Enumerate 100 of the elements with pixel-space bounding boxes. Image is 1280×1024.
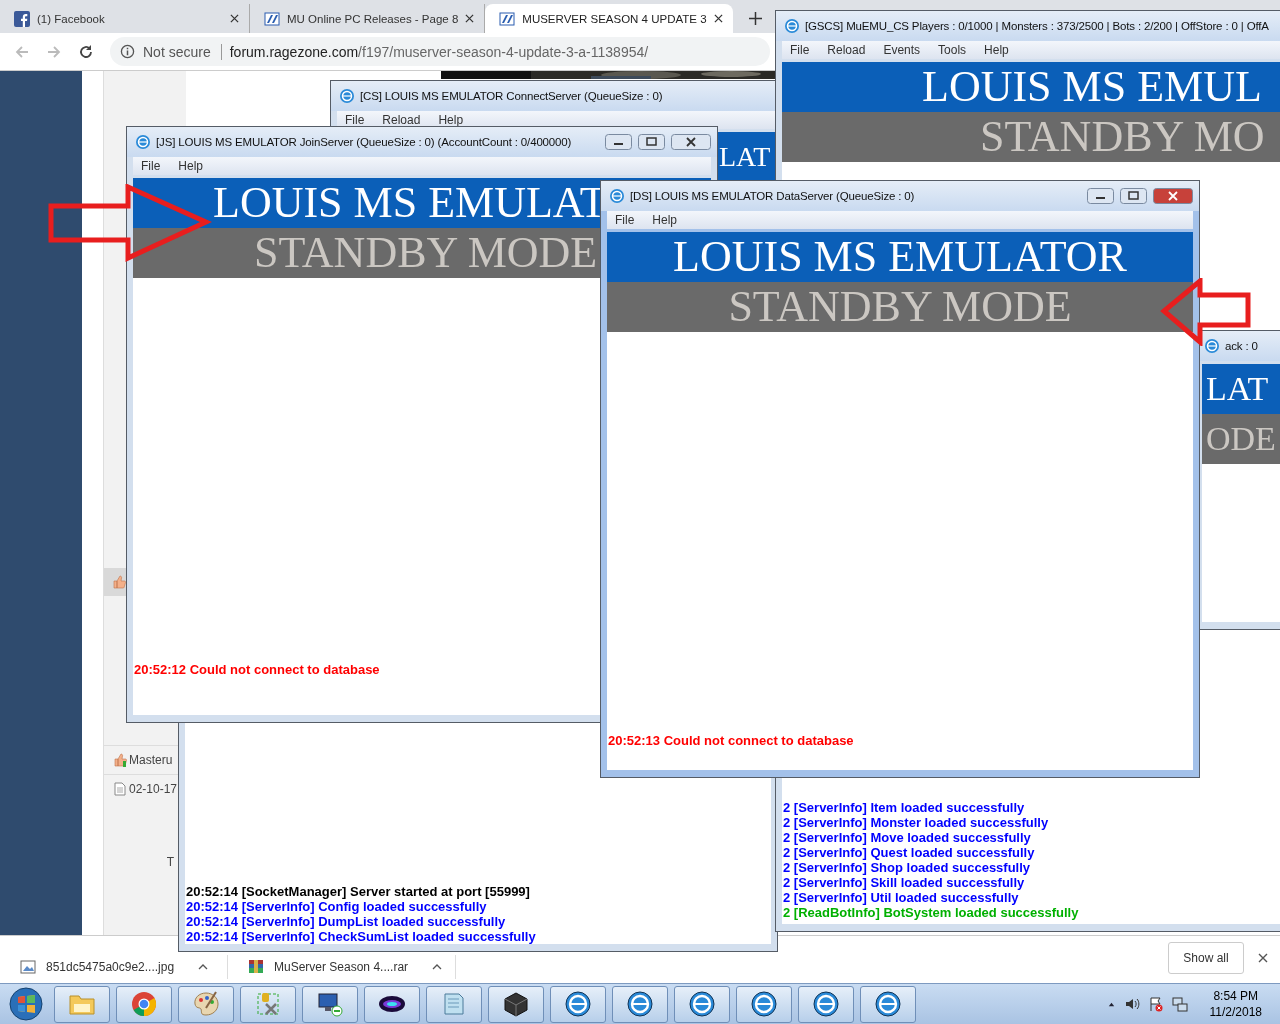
page-text: T — [166, 855, 174, 869]
forum-logo-icon — [499, 10, 516, 27]
new-tab-icon[interactable] — [748, 12, 762, 25]
taskbar-button[interactable] — [302, 985, 358, 1023]
post-label: 02-10-17 — [129, 782, 178, 796]
thumbs-up-icon — [112, 575, 126, 589]
maximize-button[interactable] — [1120, 188, 1147, 204]
download-item[interactable]: MuServer Season 4....rar — [228, 955, 456, 979]
log-line: 2 [ServerInfo] Item loaded successfully — [783, 800, 1026, 815]
archive-icon — [248, 959, 264, 975]
window-title: ack : 0 — [1225, 340, 1259, 352]
globe-icon — [1204, 338, 1220, 354]
taskbar-button[interactable] — [550, 985, 606, 1023]
menu-item[interactable]: Help — [984, 43, 1009, 57]
menu-item[interactable]: Reload — [382, 113, 421, 127]
computer-icon — [316, 990, 344, 1018]
window-title: [CS] LOUIS MS EMULATOR ConnectServer (QueueSize : 0) — [360, 90, 664, 102]
globe-icon — [688, 990, 716, 1018]
globe-icon — [564, 990, 592, 1018]
browser-tab[interactable]: MUSERVER SEASON 4 UPDATE 3 — [485, 4, 733, 33]
info-icon[interactable] — [120, 44, 135, 59]
browser-tab[interactable]: MU Online PC Releases - Page 8 — [250, 4, 486, 33]
emulator-banner: LOUIS MS EMULATOR — [607, 232, 1193, 282]
log-line: 2 [ServerInfo] Monster loaded successfully — [783, 815, 1050, 830]
menu-item[interactable]: Help — [438, 113, 464, 127]
speaker-icon[interactable] — [1123, 996, 1140, 1012]
image-file-icon — [20, 959, 36, 975]
taskbar-button[interactable] — [488, 985, 544, 1023]
menu-item[interactable]: File — [790, 43, 810, 57]
emulator-banner: LOUIS MS EMUL — [782, 62, 1280, 112]
security-label: Not secure — [143, 43, 222, 60]
log-line: 2 [ServerInfo] Quest loaded successfully — [783, 845, 1036, 860]
taskbar-button[interactable] — [736, 985, 792, 1023]
menu-item[interactable]: File — [615, 213, 635, 227]
close-icon[interactable] — [713, 14, 723, 23]
log-line: 20:52:12 Could not connect to database — [134, 662, 381, 677]
globe-icon — [874, 990, 902, 1018]
close-icon[interactable] — [1258, 952, 1268, 963]
window-title: [GSCS] MuEMU_CS Players : 0/1000 | Monsters : 373/2500 | Bots : 2/200 | OffStore : 0 | OffA — [805, 20, 1270, 32]
tab-title: MUSERVER SEASON 4 UPDATE 3 — [522, 12, 707, 25]
taskbar-button[interactable] — [364, 985, 420, 1023]
forum-logo-icon — [264, 10, 280, 27]
standby-banner: STANDBY MODE — [607, 282, 1193, 332]
post-label: Masteru — [129, 753, 173, 767]
menu-item[interactable]: Tools — [938, 43, 967, 57]
standby-banner: ODE — [1202, 414, 1280, 464]
globe-icon — [609, 188, 625, 204]
log-line: 2 [ServerInfo] Skill loaded successfully — [783, 875, 1026, 890]
log-line: 2 [ReadBotInfo] BotSystem loaded successfully — [783, 905, 1080, 920]
close-button[interactable] — [1153, 188, 1193, 204]
emulator-banner: LAT — [1202, 364, 1280, 414]
taskbar-button[interactable] — [798, 985, 854, 1023]
clock[interactable]: 8:54 PM 11/2/2018 — [1209, 988, 1262, 1020]
globe-icon — [626, 990, 654, 1018]
close-icon[interactable] — [465, 14, 475, 23]
tools-icon — [254, 990, 282, 1018]
start-button[interactable] — [8, 986, 44, 1022]
network-icon[interactable] — [1171, 996, 1188, 1012]
menu-item[interactable]: Events — [883, 43, 921, 57]
tab-title: (1) Facebook — [37, 12, 106, 25]
facebook-icon — [14, 10, 30, 27]
log-line: 20:52:14 [SocketManager] Server started at port [55999] — [186, 884, 531, 899]
taskbar-button[interactable] — [860, 985, 916, 1023]
url-text: forum.ragezone.com/f197/muserver-season-4-update-3-a-1138954/ — [229, 43, 649, 60]
log-line: 20:52:14 [ServerInfo] CheckSumList loaded successfully — [186, 929, 537, 944]
globe-icon — [812, 990, 840, 1018]
show-all-button[interactable]: Show all — [1168, 941, 1244, 974]
chrome-icon — [130, 990, 158, 1018]
menu-item[interactable]: File — [141, 159, 161, 173]
address-field[interactable]: Not secure forum.ragezone.com/f197/muserver-season-4-update-3-a-1138954/ — [110, 37, 770, 66]
log-line: 20:52:14 [ServerInfo] Config loaded successfully — [186, 899, 488, 914]
log-line: 2 [ServerInfo] Move loaded successfully — [783, 830, 1032, 845]
menu-item[interactable]: Help — [178, 159, 204, 173]
menu-item[interactable]: Help — [652, 213, 678, 227]
globe-icon — [135, 134, 151, 150]
download-item[interactable]: 851dc5475a0c9e2....jpg — [0, 955, 228, 979]
log-line: 20:52:13 Could not connect to database — [608, 733, 855, 748]
taskbar-button[interactable] — [612, 985, 668, 1023]
document-icon — [113, 782, 127, 796]
maximize-button[interactable] — [638, 134, 665, 150]
minimize-button[interactable] — [1087, 188, 1114, 204]
cube-icon — [502, 990, 530, 1018]
close-icon[interactable] — [230, 14, 239, 23]
thumbs-up-icon — [113, 753, 127, 767]
reload-icon[interactable] — [78, 43, 94, 60]
browser-tab[interactable]: (1) Facebook — [0, 4, 250, 33]
log-line: 2 [ServerInfo] Util loaded successfully — [783, 890, 1020, 905]
globe-icon — [784, 18, 800, 34]
flag-icon[interactable] — [1147, 996, 1164, 1012]
caret-icon[interactable] — [198, 964, 209, 970]
menu-item[interactable]: Reload — [827, 43, 866, 57]
globe-icon — [339, 88, 355, 104]
taskbar-button[interactable] — [674, 985, 730, 1023]
menu-item[interactable]: File — [345, 113, 365, 127]
minimize-button[interactable] — [605, 134, 632, 150]
tab-title: MU Online PC Releases - Page 8 — [287, 12, 459, 25]
close-button[interactable] — [671, 134, 711, 150]
globe-icon — [750, 990, 778, 1018]
caret-icon[interactable] — [432, 964, 443, 970]
log-line: 20:52:14 [ServerInfo] DumpList loaded successfully — [186, 914, 507, 929]
